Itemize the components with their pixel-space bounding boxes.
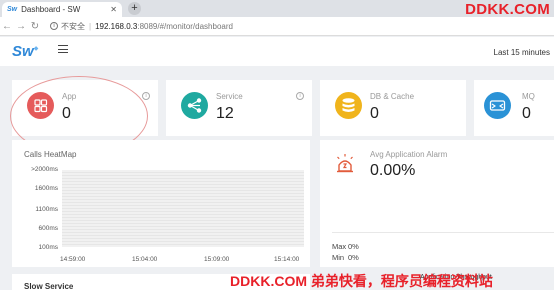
alarm-max: Max 0% (332, 242, 359, 251)
y-tick-label: 600ms (38, 225, 58, 232)
sw-favicon-icon: Sw (7, 6, 18, 13)
watermark-bottom: DDKK.COM 弟弟快看，程序员编程资料站 (230, 273, 493, 289)
stat-label: DB & Cache (370, 92, 415, 101)
alarm-min: Min 0% (332, 253, 359, 262)
new-tab-button[interactable]: + (128, 2, 141, 15)
y-tick-label: 100ms (38, 244, 58, 251)
alarm-label: Avg Application Alarm (370, 150, 448, 159)
slow-service-title: Slow Service (24, 282, 74, 290)
forward-icon[interactable]: → (14, 21, 28, 32)
stat-label: Service (216, 92, 243, 101)
y-tick-label: 1100ms (35, 206, 58, 213)
browser-tab[interactable]: Sw Dashboard - SW ✕ (2, 2, 122, 17)
stat-value: 12 (216, 105, 234, 122)
divider (332, 232, 554, 233)
stat-label: MQ (522, 92, 535, 101)
menu-icon[interactable] (58, 45, 68, 53)
back-icon[interactable]: ← (0, 21, 14, 32)
stat-card-service: Service 12 i (166, 80, 312, 136)
security-indicator[interactable]: i 不安全 (50, 21, 85, 32)
stat-card-mq: MQ 0 (474, 80, 554, 136)
info-icon: i (50, 22, 58, 30)
service-network-icon (181, 92, 208, 119)
mq-icon (484, 92, 511, 119)
x-tick-label: 15:04:00 (132, 256, 158, 263)
app-header: Sw◆ Last 15 minutes (0, 37, 554, 66)
alarm-card: Avg Application Alarm 0.00% Max 0% Min 0% (320, 140, 554, 267)
heatmap-title: Calls HeatMap (24, 150, 77, 159)
calls-heatmap-card: Calls HeatMap >2000ms 1600ms 1100ms 600m… (12, 140, 310, 267)
alarm-value: 0.00% (370, 162, 416, 179)
stat-value: 0 (370, 105, 379, 122)
heatmap-plot[interactable] (62, 170, 304, 247)
reload-icon[interactable]: ↻ (28, 21, 42, 32)
x-tick-label: 15:14:00 (274, 256, 300, 263)
stat-value: 0 (522, 105, 531, 122)
help-icon[interactable]: i (296, 92, 304, 100)
sw-logo[interactable]: Sw◆ (12, 43, 38, 60)
x-tick-label: 15:09:00 (204, 256, 230, 263)
alarm-siren-icon (334, 152, 356, 174)
y-tick-label: 1600ms (34, 185, 58, 192)
address-bar[interactable]: ← → ↻ i 不安全 | 192.168.0.3 :8089/#/monito… (0, 17, 554, 36)
database-icon (335, 92, 362, 119)
close-icon[interactable]: ✕ (110, 5, 117, 14)
security-label: 不安全 (61, 21, 85, 31)
x-tick-label: 14:59:00 (60, 256, 86, 263)
url-host[interactable]: 192.168.0.3 (95, 22, 137, 31)
time-range[interactable]: Last 15 minutes (494, 48, 550, 57)
y-tick-label: >2000ms (31, 166, 58, 173)
stat-card-db-cache: DB & Cache 0 (320, 80, 466, 136)
separator: | (89, 21, 92, 31)
tab-title: Dashboard - SW (21, 5, 81, 14)
url-path[interactable]: :8089/#/monitor/dashboard (137, 22, 233, 31)
help-icon[interactable]: i (142, 92, 150, 100)
watermark-top: DDKK.COM (465, 1, 550, 18)
